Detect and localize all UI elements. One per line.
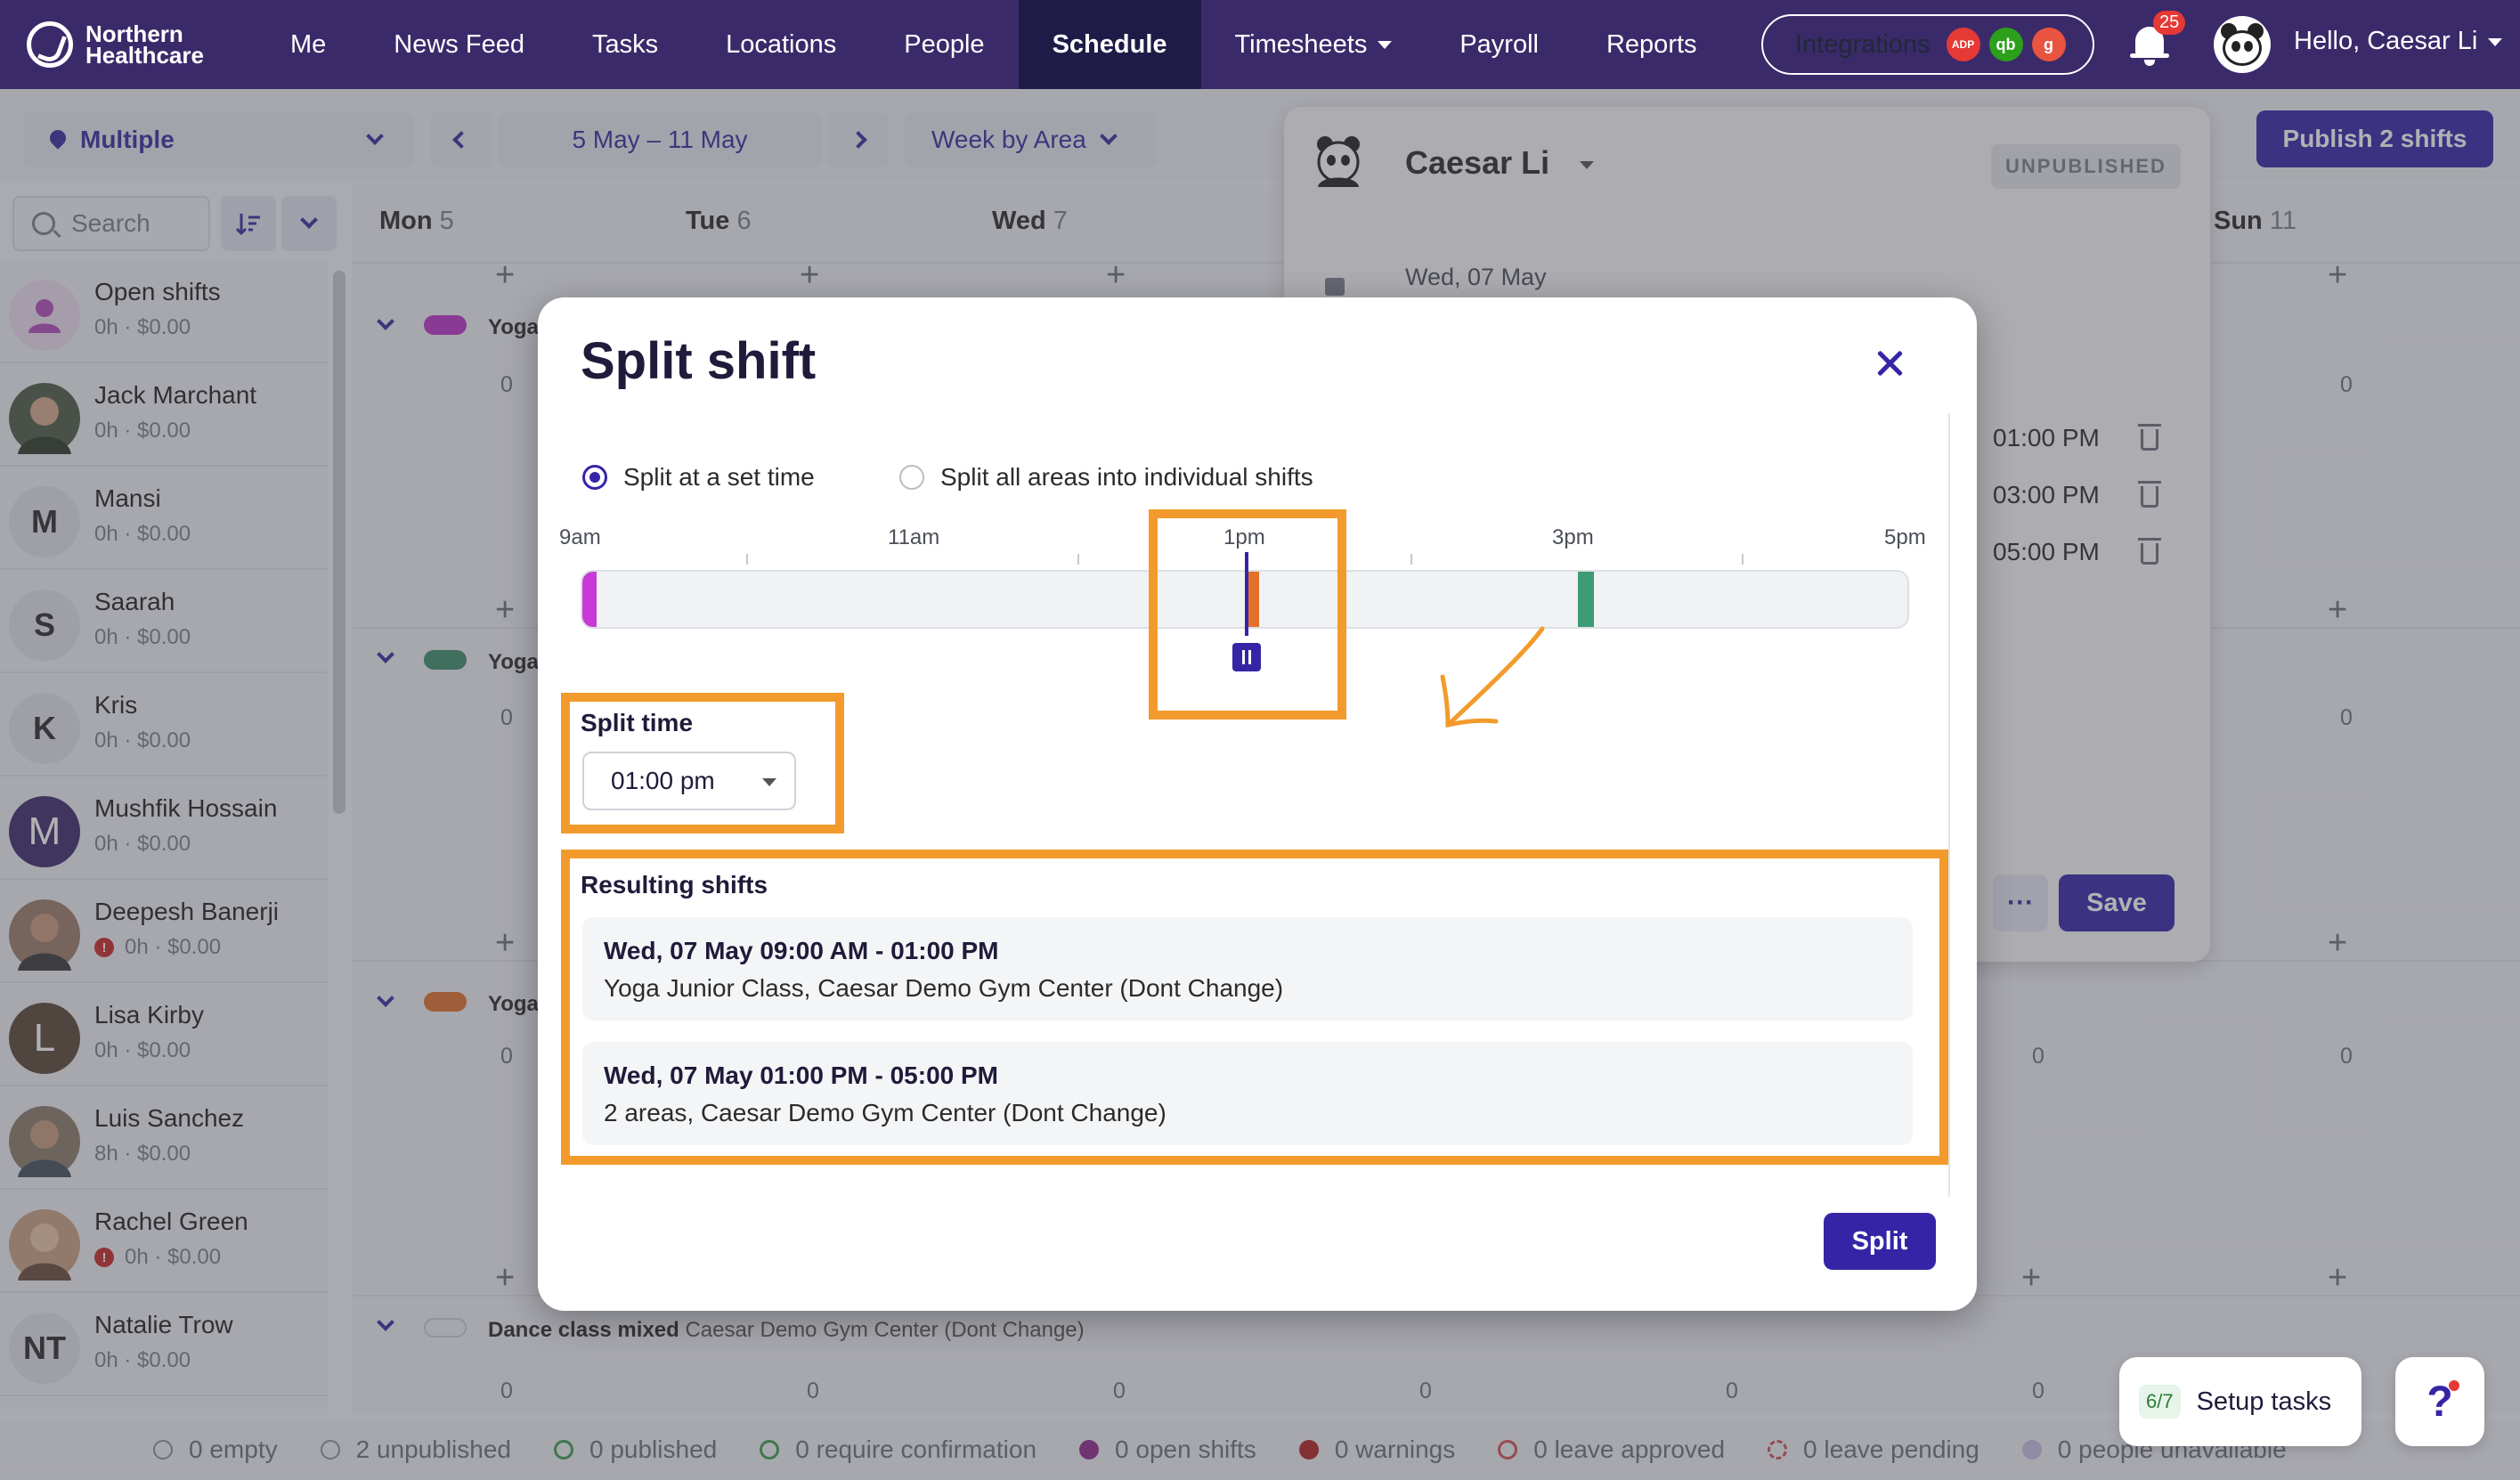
timeline-segment [1578,572,1594,627]
help-button[interactable]: ? [2395,1357,2484,1446]
split-time-select[interactable]: 01:00 pm [582,752,796,810]
user-greeting: Hello, Caesar Li [2294,27,2478,55]
nav-reports[interactable]: Reports [1573,0,1731,89]
nav-people[interactable]: People [870,0,1018,89]
brand-name-line2: Healthcare [85,42,204,69]
setup-tasks-label: Setup tasks [2196,1386,2332,1416]
radio-unselected-icon [899,465,924,490]
option-label: Split all areas into individual shifts [940,463,1313,491]
nav-timesheets[interactable]: Timesheets [1201,0,1427,89]
nav-menu: Me News Feed Tasks Locations People Sche… [256,0,1731,89]
brand-logo[interactable]: Northern Healthcare [27,21,205,68]
integrations-button[interactable]: Integrations ADP qb g [1761,14,2094,75]
option-split-set-time[interactable]: Split at a set time [582,463,815,492]
chevron-down-icon [2488,37,2503,46]
result-shift-description: 2 areas, Caesar Demo Gym Center (Dont Ch… [604,1099,1167,1126]
annotation-arrow-icon [1440,626,1545,728]
integrations-label: Integrations [1795,29,1931,59]
nav-schedule[interactable]: Schedule [1018,0,1201,89]
result-shift-time: Wed, 07 May 09:00 AM - 01:00 PM [604,937,999,964]
radio-selected-icon [582,465,607,490]
dialog-title: Split shift [581,332,817,390]
split-time-value: 01:00 pm [611,767,715,794]
logo-icon [27,21,73,68]
notification-dot-icon [2449,1380,2459,1391]
split-shift-dialog: Split shift Split at a set time Split al… [538,297,1977,1311]
result-shift-card: Wed, 07 May 01:00 PM - 05:00 PM 2 areas,… [582,1042,1913,1145]
timeline-label: 11am [888,525,940,549]
setup-progress-badge: 6/7 [2139,1385,2181,1419]
quickbooks-icon: qb [1988,28,2023,61]
nav-me[interactable]: Me [256,0,360,89]
timeline-label: 3pm [1552,525,1594,549]
result-shift-description: Yoga Junior Class, Caesar Demo Gym Cente… [604,974,1284,1002]
chevron-down-icon [1378,40,1393,49]
nav-payroll[interactable]: Payroll [1426,0,1573,89]
highlight-annotation [1149,509,1346,720]
split-button[interactable]: Split [1824,1213,1936,1270]
adp-icon: ADP [1946,28,1980,61]
timeline-segment [582,572,597,627]
user-avatar[interactable] [2214,16,2271,73]
setup-tasks-button[interactable]: 6/7 Setup tasks [2119,1357,2361,1446]
gusto-icon: g [2031,28,2066,61]
nav-news-feed[interactable]: News Feed [360,0,558,89]
nav-tasks[interactable]: Tasks [558,0,692,89]
close-icon[interactable] [1874,347,1906,379]
timeline-label: 5pm [1884,525,1926,549]
user-menu[interactable]: Hello, Caesar Li [2294,27,2503,56]
notification-count-badge: 25 [2153,11,2186,35]
split-time-label: Split time [581,709,694,736]
nav-locations[interactable]: Locations [692,0,870,89]
result-shift-card: Wed, 07 May 09:00 AM - 01:00 PM Yoga Jun… [582,917,1913,1021]
resulting-shifts-label: Resulting shifts [581,871,768,899]
nav-timesheets-label: Timesheets [1234,29,1368,59]
timeline-label: 9am [559,525,601,549]
chevron-down-icon [762,778,776,786]
result-shift-time: Wed, 07 May 01:00 PM - 05:00 PM [604,1061,998,1089]
option-label: Split at a set time [623,463,815,491]
dialog-scrollbar [1948,413,1950,1197]
option-split-all-areas[interactable]: Split all areas into individual shifts [899,463,1313,492]
